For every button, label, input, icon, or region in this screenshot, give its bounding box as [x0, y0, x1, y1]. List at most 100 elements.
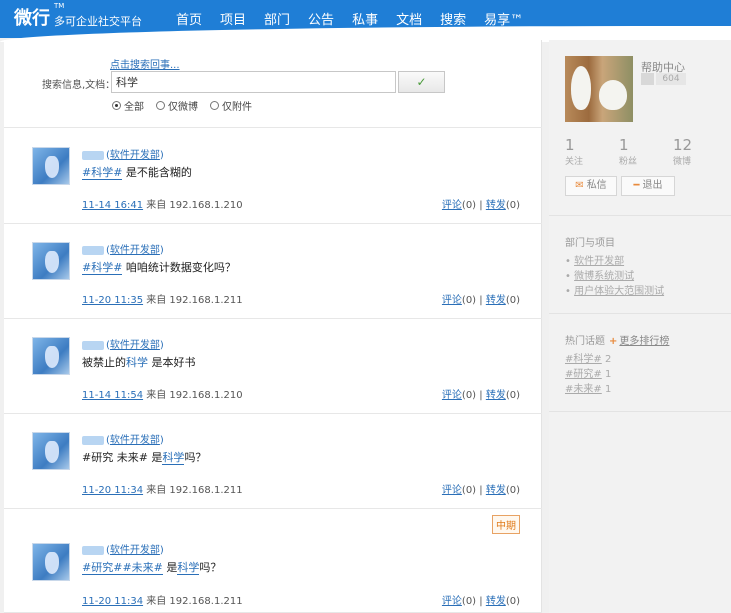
hot-topic-item[interactable]: #未来# 1 — [565, 380, 611, 395]
post-time[interactable]: 11-20 11:34 — [82, 596, 143, 607]
badge-count: 604 — [656, 73, 686, 85]
stat-followers[interactable]: 1 粉丝 — [619, 136, 673, 167]
nav-documents[interactable]: 文档 — [396, 9, 422, 28]
post-content: #科学# 咱咱统计数据变化吗？ — [82, 259, 236, 275]
dept-item[interactable]: • 软件开发部 — [565, 252, 624, 267]
author-dept-link[interactable]: 软件开发部 — [110, 150, 160, 161]
comment-link[interactable]: 评论 — [442, 295, 462, 306]
comment-link[interactable]: 评论 — [442, 200, 462, 211]
post-time[interactable]: 11-20 11:34 — [82, 485, 143, 496]
avatar[interactable] — [32, 337, 70, 375]
post-actions: 评论(0) | 转发(0) — [442, 196, 520, 211]
dept-item-link[interactable]: 微博系统测试 — [574, 271, 634, 282]
topic-tag[interactable]: #未来# — [122, 561, 163, 575]
post-text: 是本好书 — [148, 356, 196, 369]
dept-item[interactable]: • 用户体验大范围测试 — [565, 282, 664, 297]
forward-count: (0) — [505, 390, 520, 401]
action-separator: | — [476, 200, 486, 211]
search-button[interactable]: ✓ — [398, 71, 445, 93]
post-item: (软件开发部) #科学# 咱咱统计数据变化吗？ 11-20 11:35 来自 1… — [4, 224, 542, 319]
post-actions: 评论(0) | 转发(0) — [442, 592, 520, 607]
action-separator: | — [476, 485, 486, 496]
comment-link[interactable]: 评论 — [442, 485, 462, 496]
hot-topic-item[interactable]: #科学# 2 — [565, 350, 611, 365]
parrot-shape — [599, 80, 627, 110]
post-author[interactable]: (软件开发部) — [82, 336, 164, 351]
profile-photo[interactable] — [565, 56, 633, 122]
logout-button[interactable]: ━ 退出 — [621, 176, 675, 196]
hot-topics-card: 热门话题 + 更多排行榜 #科学# 2 #研究# 1 #未来# 1 — [549, 318, 731, 412]
search-input[interactable] — [111, 71, 396, 93]
post-author[interactable]: (软件开发部) — [82, 241, 164, 256]
radio-attachment-only[interactable]: 仅附件 — [210, 98, 252, 113]
stat-label: 关注 — [565, 157, 584, 167]
private-message-button[interactable]: ✉ 私信 — [565, 176, 617, 196]
post-author[interactable]: (软件开发部) — [82, 541, 164, 556]
forward-link[interactable]: 转发 — [486, 485, 506, 496]
nav-projects[interactable]: 项目 — [220, 9, 246, 28]
topic-tag[interactable]: #研究# — [82, 561, 123, 575]
dept-item-link[interactable]: 用户体验大范围测试 — [574, 286, 664, 297]
mail-icon: ✉ — [575, 180, 584, 191]
stat-posts[interactable]: 12 微博 — [673, 136, 727, 167]
top-bar: 微行 TM 多可企业社交平台 首页 项目 部门 公告 私事 文档 搜索 易享™ — [0, 0, 731, 42]
post-content: #研究##未来# 是科学吗？ — [82, 559, 221, 575]
forward-count: (0) — [505, 200, 520, 211]
radio-weibo-only[interactable]: 仅微博 — [156, 98, 198, 113]
post-actions: 评论(0) | 转发(0) — [442, 386, 520, 401]
radio-dot — [156, 101, 165, 110]
advanced-search-link[interactable]: 点击搜索回事... — [110, 56, 180, 71]
post-source: 来自 192.168.1.210 — [143, 390, 243, 401]
section-title: 部门与项目 — [565, 238, 615, 249]
more-rankings-link[interactable]: 更多排行榜 — [619, 336, 669, 347]
search-scope: 全部 仅微博 仅附件 — [112, 98, 264, 113]
comment-link[interactable]: 评论 — [442, 390, 462, 401]
post-source: 来自 192.168.1.210 — [143, 200, 243, 211]
topic-tag[interactable]: #科学# — [82, 261, 123, 275]
topic-tag[interactable]: #科学# — [82, 166, 123, 180]
nav-departments[interactable]: 部门 — [264, 9, 290, 28]
nav-private[interactable]: 私事 — [352, 9, 378, 28]
author-name-blur — [82, 340, 104, 350]
radio-all[interactable]: 全部 — [112, 98, 144, 113]
post-text: #研究 未来# 是 — [82, 451, 163, 464]
comment-count: (0) — [461, 596, 477, 607]
main-nav: 首页 项目 部门 公告 私事 文档 搜索 易享™ — [176, 9, 541, 28]
post-time[interactable]: 11-20 11:35 — [82, 295, 143, 306]
post-time[interactable]: 11-14 16:41 — [82, 200, 143, 211]
forward-count: (0) — [505, 485, 520, 496]
keyword-highlight: 科学 — [177, 561, 200, 575]
stat-following[interactable]: 1 关注 — [565, 136, 619, 167]
avatar[interactable] — [32, 543, 70, 581]
post-meta: 11-20 11:35 来自 192.168.1.211 — [82, 291, 243, 306]
post-author[interactable]: (软件开发部) — [82, 146, 164, 161]
nav-search[interactable]: 搜索 — [440, 9, 466, 28]
forward-link[interactable]: 转发 — [486, 200, 506, 211]
author-dept-link[interactable]: 软件开发部 — [110, 435, 160, 446]
post-time[interactable]: 11-14 11:54 — [82, 390, 143, 401]
logo[interactable]: 微行 TM 多可企业社交平台 — [14, 2, 142, 30]
author-dept-link[interactable]: 软件开发部 — [110, 545, 160, 556]
nav-announcements[interactable]: 公告 — [308, 9, 334, 28]
search-area: 点击搜索回事... 搜索信息,文档： ✓ 全部 仅微博 仅附件 — [4, 40, 542, 128]
forward-link[interactable]: 转发 — [486, 596, 506, 607]
comment-count: (0) — [461, 295, 477, 306]
avatar[interactable] — [32, 147, 70, 185]
hot-topic-link[interactable]: #科学# — [565, 354, 602, 365]
dept-item[interactable]: • 微博系统测试 — [565, 267, 634, 282]
post-author[interactable]: (软件开发部) — [82, 431, 164, 446]
hot-topic-item[interactable]: #研究# 1 — [565, 365, 611, 380]
comment-link[interactable]: 评论 — [442, 596, 462, 607]
nav-share[interactable]: 易享™ — [484, 9, 523, 28]
forward-link[interactable]: 转发 — [486, 295, 506, 306]
hot-topic-link[interactable]: #研究# — [565, 369, 602, 380]
hot-topic-link[interactable]: #未来# — [565, 384, 602, 395]
author-dept-link[interactable]: 软件开发部 — [110, 245, 160, 256]
avatar[interactable] — [32, 242, 70, 280]
forward-link[interactable]: 转发 — [486, 390, 506, 401]
hot-topic-count: 2 — [601, 354, 612, 365]
nav-home[interactable]: 首页 — [176, 9, 202, 28]
dept-item-link[interactable]: 软件开发部 — [574, 256, 624, 267]
author-dept-link[interactable]: 软件开发部 — [110, 340, 160, 351]
avatar[interactable] — [32, 432, 70, 470]
